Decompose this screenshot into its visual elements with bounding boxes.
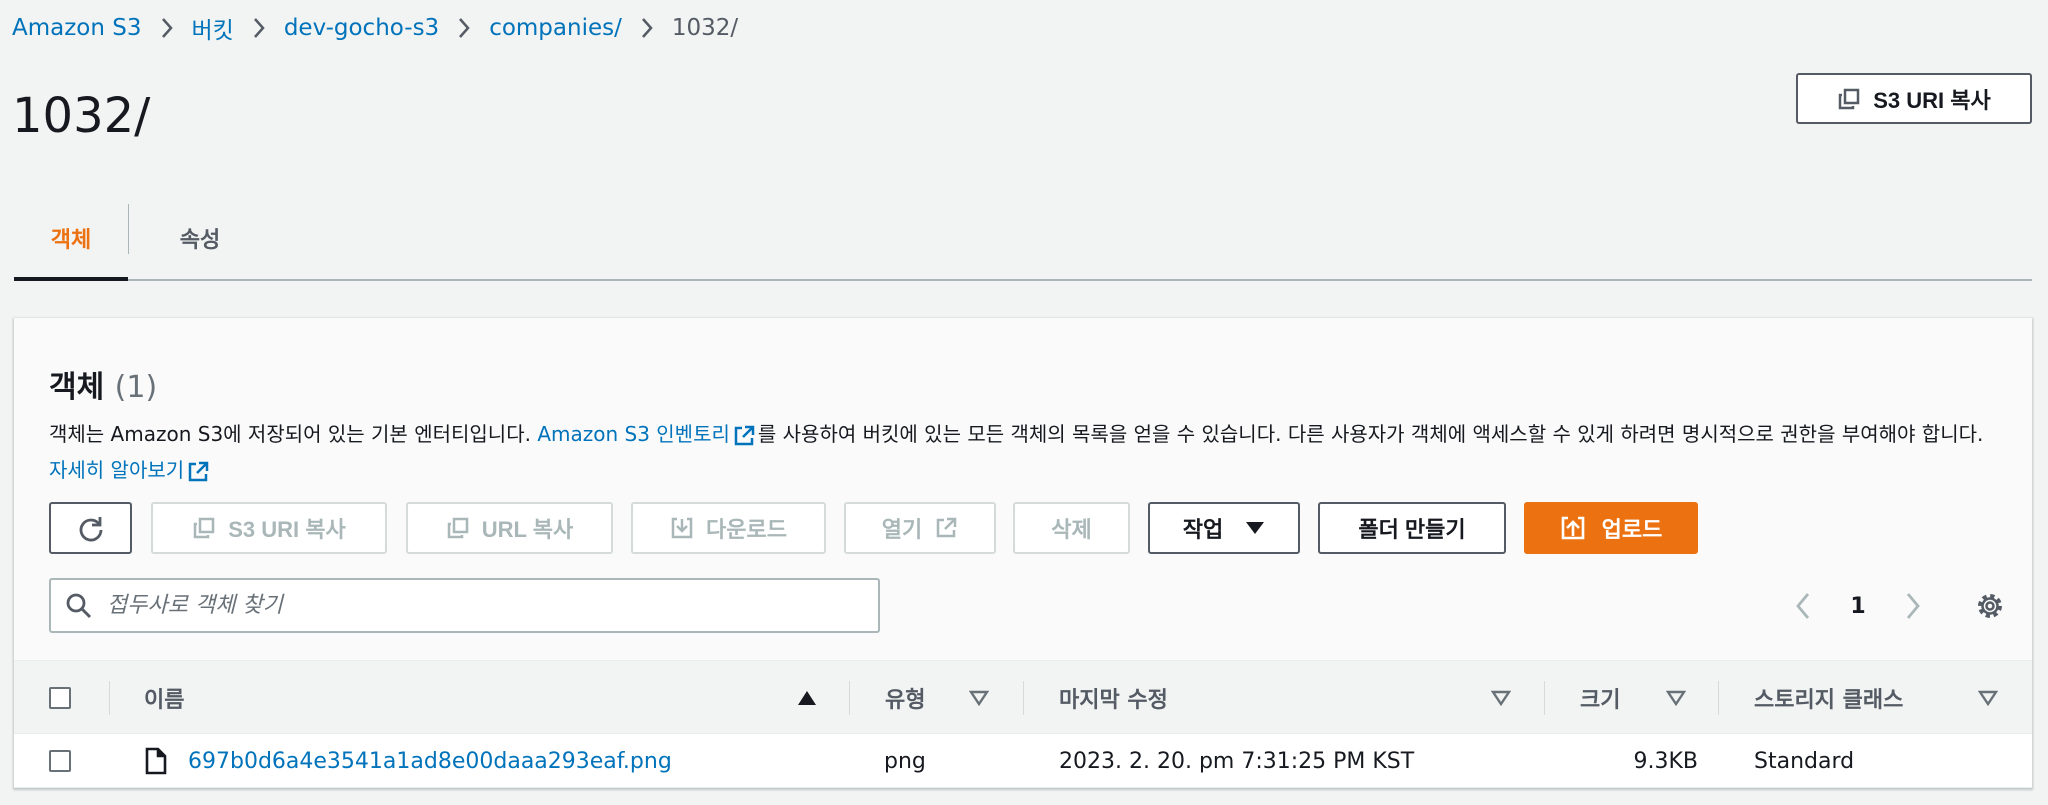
search-icon bbox=[65, 592, 93, 620]
chevron-right-icon bbox=[1905, 592, 1921, 620]
refresh-button[interactable] bbox=[49, 502, 132, 554]
sort-icon[interactable] bbox=[1491, 690, 1511, 706]
inventory-link[interactable]: Amazon S3 인벤토리 bbox=[537, 422, 730, 446]
download-icon bbox=[670, 516, 694, 540]
chevron-left-icon bbox=[1795, 592, 1811, 620]
tab-properties[interactable]: 속성 bbox=[129, 196, 271, 279]
column-header-type-label: 유형 bbox=[885, 688, 926, 713]
name-cell: 697b0d6a4e3541a1ad8e00daaa293eaf.png bbox=[144, 734, 672, 788]
table-row: 697b0d6a4e3541a1ad8e00daaa293eaf.png png… bbox=[14, 734, 2032, 788]
column-header-storage-class[interactable]: 스토리지 클래스 bbox=[1754, 661, 1954, 735]
copy-s3-uri-header-label: S3 URI 복사 bbox=[1873, 87, 1991, 113]
column-header-name[interactable]: 이름 bbox=[144, 661, 864, 735]
external-link-icon bbox=[934, 516, 958, 540]
sort-icon[interactable] bbox=[969, 690, 989, 706]
column-divider bbox=[1544, 681, 1545, 715]
objects-panel-title: 객체 (1) bbox=[49, 362, 157, 406]
download-button[interactable]: 다운로드 bbox=[631, 502, 826, 554]
column-header-name-label: 이름 bbox=[144, 688, 185, 713]
select-all-checkbox[interactable] bbox=[49, 687, 71, 709]
gear-icon bbox=[1975, 591, 2005, 621]
current-page-label: 1 bbox=[1850, 593, 1866, 619]
copy-icon bbox=[446, 516, 470, 540]
chevron-right-icon bbox=[640, 17, 654, 39]
page-title: 1032/ bbox=[12, 88, 151, 144]
breadcrumb-bucket[interactable]: dev-gocho-s3 bbox=[284, 15, 439, 41]
create-folder-label: 폴더 만들기 bbox=[1358, 517, 1466, 542]
external-link-icon bbox=[186, 460, 210, 484]
column-header-storage-class-label: 스토리지 클래스 bbox=[1754, 688, 1904, 713]
tab-bar: 객체 속성 bbox=[14, 196, 2032, 281]
search-box bbox=[49, 578, 880, 633]
sort-icon[interactable] bbox=[1666, 690, 1686, 706]
copy-s3-uri-header-button[interactable]: S3 URI 복사 bbox=[1796, 73, 2032, 124]
learn-more-link[interactable]: 자세히 알아보기 bbox=[49, 458, 184, 482]
open-label: 열기 bbox=[881, 517, 923, 542]
chevron-right-icon bbox=[252, 17, 266, 39]
objects-count: (1) bbox=[114, 370, 158, 405]
next-page-button[interactable] bbox=[1888, 581, 1938, 631]
external-link-icon bbox=[732, 424, 756, 448]
breadcrumb-current: 1032/ bbox=[671, 15, 739, 41]
copy-icon bbox=[192, 516, 216, 540]
page-number-1[interactable]: 1 bbox=[1833, 581, 1883, 631]
copy-url-label: URL 복사 bbox=[481, 517, 574, 542]
object-name-link[interactable]: 697b0d6a4e3541a1ad8e00daaa293eaf.png bbox=[188, 749, 672, 774]
objects-description: 객체는 Amazon S3에 저장되어 있는 기본 엔터티입니다. Amazon… bbox=[49, 416, 1999, 488]
objects-title: 객체 bbox=[49, 370, 105, 405]
previous-page-button[interactable] bbox=[1778, 581, 1828, 631]
actions-dropdown[interactable]: 작업 bbox=[1148, 502, 1300, 554]
table-header: 이름 유형 마지막 수정 크기 스토리지 클래스 bbox=[14, 660, 2032, 734]
search-input[interactable] bbox=[107, 593, 807, 618]
chevron-right-icon bbox=[160, 17, 174, 39]
open-button[interactable]: 열기 bbox=[844, 502, 996, 554]
column-divider bbox=[1718, 681, 1719, 715]
copy-icon bbox=[1837, 87, 1861, 111]
sort-icon[interactable] bbox=[1978, 690, 1998, 706]
select-all-cell bbox=[49, 661, 79, 735]
column-divider bbox=[109, 681, 110, 715]
column-divider bbox=[1023, 681, 1024, 715]
breadcrumb: Amazon S3 버킷 dev-gocho-s3 companies/ 103… bbox=[12, 12, 738, 44]
column-header-last-modified-label: 마지막 수정 bbox=[1059, 688, 1168, 713]
objects-panel: 객체 (1) 객체는 Amazon S3에 저장되어 있는 기본 엔터티입니다.… bbox=[14, 318, 2032, 788]
description-text-1: 객체는 Amazon S3에 저장되어 있는 기본 엔터티입니다. bbox=[49, 422, 538, 446]
upload-icon bbox=[1560, 515, 1586, 541]
actions-label: 작업 bbox=[1182, 517, 1224, 542]
tab-active-indicator bbox=[14, 277, 128, 281]
row-checkbox[interactable] bbox=[49, 750, 71, 772]
delete-button[interactable]: 삭제 bbox=[1013, 502, 1130, 554]
column-divider bbox=[849, 681, 850, 715]
sort-ascending-icon[interactable] bbox=[797, 690, 817, 706]
storage-class-cell: Standard bbox=[1754, 748, 1855, 774]
tab-objects[interactable]: 객체 bbox=[14, 196, 128, 279]
download-label: 다운로드 bbox=[706, 517, 787, 542]
refresh-icon bbox=[77, 514, 105, 542]
column-header-size-label: 크기 bbox=[1580, 688, 1621, 713]
breadcrumb-buckets[interactable]: 버킷 bbox=[192, 11, 234, 45]
type-cell: png bbox=[884, 748, 926, 774]
chevron-right-icon bbox=[457, 17, 471, 39]
row-select-cell bbox=[49, 734, 79, 788]
column-header-last-modified[interactable]: 마지막 수정 bbox=[1059, 661, 1459, 735]
copy-s3-uri-label: S3 URI 복사 bbox=[228, 517, 346, 542]
upload-label: 업로드 bbox=[1601, 517, 1663, 542]
size-cell: 9.3KB bbox=[1633, 748, 1698, 774]
create-folder-button[interactable]: 폴더 만들기 bbox=[1318, 502, 1506, 554]
column-header-size[interactable]: 크기 bbox=[1580, 661, 1680, 735]
breadcrumb-amazon-s3[interactable]: Amazon S3 bbox=[12, 15, 142, 41]
preferences-button[interactable] bbox=[1965, 581, 2015, 631]
description-text-2: 를 사용하여 버킷에 있는 모든 객체의 목록을 얻을 수 있습니다. 다른 사… bbox=[757, 422, 1984, 446]
caret-down-icon bbox=[1245, 521, 1265, 535]
last-modified-cell: 2023. 2. 20. pm 7:31:25 PM KST bbox=[1059, 748, 1415, 774]
delete-label: 삭제 bbox=[1051, 517, 1092, 542]
upload-button[interactable]: 업로드 bbox=[1524, 502, 1698, 554]
copy-url-button[interactable]: URL 복사 bbox=[406, 502, 613, 554]
copy-s3-uri-button[interactable]: S3 URI 복사 bbox=[151, 502, 387, 554]
file-icon bbox=[144, 747, 168, 775]
breadcrumb-folder-companies[interactable]: companies/ bbox=[489, 15, 622, 41]
